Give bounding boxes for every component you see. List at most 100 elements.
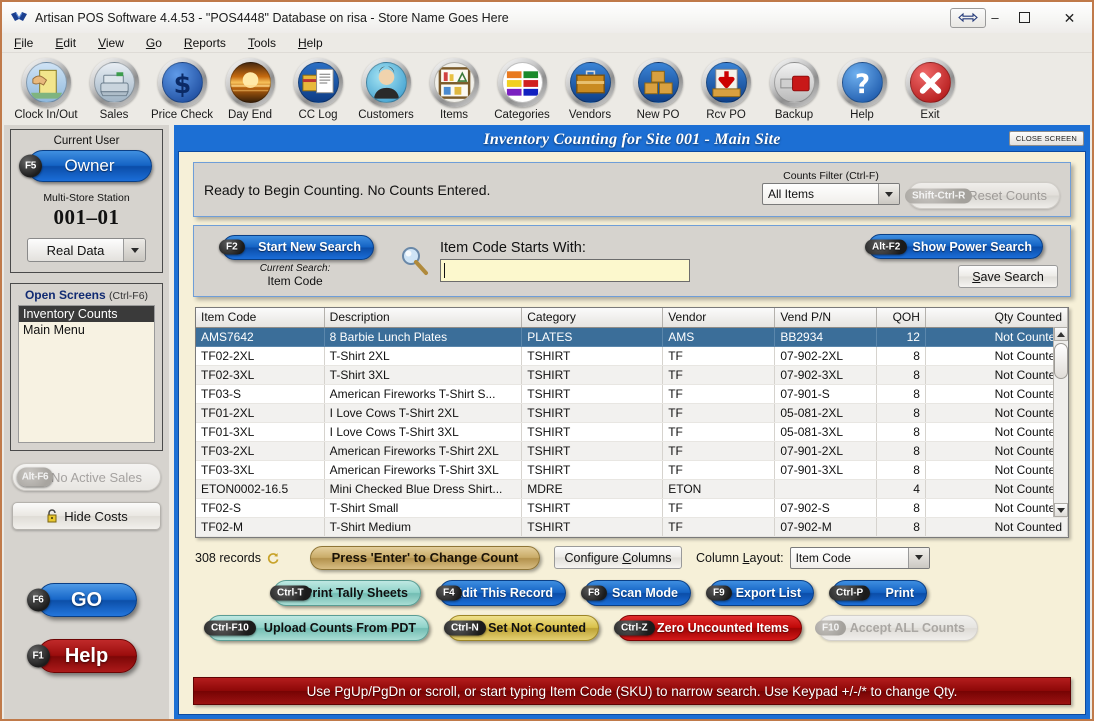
- table-row[interactable]: TF02-3XL T-Shirt 3XL TSHIRT TF 07-902-3X…: [196, 365, 1069, 385]
- scrollbar-thumb[interactable]: [1054, 343, 1068, 379]
- column-layout-label: Column Layout:: [696, 550, 784, 565]
- toolbar-button-sales[interactable]: Sales: [80, 54, 148, 121]
- edit-this-record-button[interactable]: F4 Edit This Record: [436, 579, 566, 606]
- close-screen-button[interactable]: CLOSE SCREEN: [1008, 131, 1084, 146]
- upload-counts-from-pdt-button[interactable]: Ctrl-F10 Upload Counts From PDT: [204, 614, 429, 641]
- toolbar-button-customers[interactable]: Customers: [352, 54, 420, 121]
- column-header-qoh[interactable]: QOH: [876, 308, 926, 328]
- column-header-item-code[interactable]: Item Code: [196, 308, 325, 328]
- cell-vend-pn: BB2934: [774, 327, 877, 347]
- menu-item-edit[interactable]: Edit: [55, 36, 76, 50]
- table-row[interactable]: TF03-3XL American Fireworks T-Shirt 3XL …: [196, 460, 1069, 480]
- magnifier-icon: [398, 244, 432, 278]
- print-tally-sheets-button[interactable]: Ctrl-T Print Tally Sheets: [270, 579, 421, 606]
- menu-item-file[interactable]: File: [14, 36, 33, 50]
- cell-item-code: TF03-2XL: [196, 441, 325, 461]
- toolbar-button-vendors[interactable]: Vendors: [556, 54, 624, 121]
- toolbar-button-cc-log[interactable]: CC Log: [284, 54, 352, 121]
- maximize-button[interactable]: [1002, 2, 1047, 33]
- counts-filter-label: Counts Filter (Ctrl-F): [783, 170, 879, 182]
- menu-item-go[interactable]: Go: [146, 36, 162, 50]
- scan-mode-button[interactable]: F8 Scan Mode: [581, 579, 691, 606]
- show-power-search-button[interactable]: Alt-F2 Show Power Search: [865, 234, 1043, 259]
- export-list-button[interactable]: F9 Export List: [706, 579, 814, 606]
- toolbar-button-rcv-po[interactable]: Rcv PO: [692, 54, 760, 121]
- refresh-icon[interactable]: [266, 551, 280, 565]
- column-header-vendor[interactable]: Vendor: [662, 308, 776, 328]
- shortcut-badge-ctrl-z: Ctrl-Z: [614, 620, 655, 635]
- toolbar-button-items[interactable]: Items: [420, 54, 488, 121]
- chevron-down-icon[interactable]: [907, 547, 929, 568]
- table-row[interactable]: TF01-3XL I Love Cows T-Shirt 3XL TSHIRT …: [196, 422, 1069, 442]
- table-row[interactable]: TF02-S T-Shirt Small TSHIRT TF 07-902-S …: [196, 498, 1069, 518]
- print-button[interactable]: Ctrl-P Print: [829, 579, 927, 606]
- table-row[interactable]: AMS7642 8 Barbie Lunch Plates PLATES AMS…: [196, 327, 1069, 347]
- hide-costs-button[interactable]: Hide Costs: [12, 502, 161, 530]
- toolbar-button-price-check[interactable]: $ Price Check: [148, 54, 216, 121]
- close-button[interactable]: ✕: [1047, 2, 1092, 33]
- toolbar-button-clock-in-out[interactable]: Clock In/Out: [12, 54, 80, 121]
- search-panel: F2 Start New Search Current Search: Item…: [193, 225, 1071, 297]
- column-header-description[interactable]: Description: [324, 308, 523, 328]
- cell-qty-counted: Not Counted: [925, 479, 1069, 499]
- table-row[interactable]: TF03-2XL American Fireworks T-Shirt 2XL …: [196, 441, 1069, 461]
- cell-qoh: 8: [876, 365, 926, 385]
- show-power-search-label: Show Power Search: [912, 239, 1032, 254]
- item-code-input[interactable]: [440, 259, 690, 282]
- press-enter-change-count-button[interactable]: Press 'Enter' to Change Count: [310, 545, 541, 570]
- open-screens-list[interactable]: Inventory Counts Main Menu: [18, 305, 155, 443]
- keyboard-hint-bar: Use PgUp/PgDn or scroll, or start typing…: [193, 677, 1071, 705]
- go-button[interactable]: F6 GO: [26, 583, 137, 617]
- cell-item-code: AMS7642: [196, 327, 325, 347]
- set-not-counted-button[interactable]: Ctrl-N Set Not Counted: [444, 614, 599, 641]
- cell-category: TSHIRT: [521, 403, 664, 423]
- help-button[interactable]: F1 Help: [26, 639, 137, 673]
- cell-category: TSHIRT: [521, 517, 664, 537]
- column-header-vend-pn[interactable]: Vend P/N: [774, 308, 877, 328]
- zero-uncounted-items-button[interactable]: Ctrl-Z Zero Uncounted Items: [614, 614, 802, 641]
- menu-item-reports[interactable]: Reports: [184, 36, 226, 50]
- table-row[interactable]: TF01-2XL I Love Cows T-Shirt 2XL TSHIRT …: [196, 403, 1069, 423]
- chevron-down-icon[interactable]: [878, 184, 899, 204]
- start-new-search-button[interactable]: F2 Start New Search: [219, 234, 374, 260]
- screen-body: Ready to Begin Counting. No Counts Enter…: [178, 151, 1086, 715]
- open-screens-title-text: Open Screens: [24, 288, 106, 302]
- open-screen-item-main-menu[interactable]: Main Menu: [19, 322, 154, 338]
- shortcut-badge-f4: F4: [436, 585, 462, 600]
- grid-vertical-scrollbar[interactable]: [1053, 327, 1068, 517]
- title-bar: Artisan POS Software 4.4.53 - "POS4448" …: [2, 2, 1092, 33]
- minimize-button[interactable]: –: [988, 2, 1002, 33]
- cell-category: TSHIRT: [521, 384, 664, 404]
- menu-item-help[interactable]: Help: [298, 36, 323, 50]
- current-user-button[interactable]: F5 Owner: [19, 150, 152, 182]
- toolbar-label: Day End: [227, 109, 273, 121]
- restore-size-button[interactable]: [950, 7, 986, 28]
- multi-store-station-label: Multi-Store Station: [43, 192, 130, 204]
- table-row[interactable]: TF02-2XL T-Shirt 2XL TSHIRT TF 07-902-2X…: [196, 346, 1069, 366]
- table-row[interactable]: ETON0002-16.5 Mini Checked Blue Dress Sh…: [196, 479, 1069, 499]
- cell-qoh: 8: [876, 460, 926, 480]
- column-layout-select[interactable]: Item Code: [789, 546, 930, 569]
- column-header-qty-counted[interactable]: Qty Counted: [925, 308, 1069, 328]
- toolbar-button-help[interactable]: ? Help: [828, 54, 896, 121]
- toolbar-button-backup[interactable]: Backup: [760, 54, 828, 121]
- cell-qty-counted: Not Counted: [925, 346, 1069, 366]
- counts-filter-select[interactable]: All Items: [762, 183, 900, 205]
- data-mode-select[interactable]: Real Data: [27, 238, 146, 262]
- configure-columns-button[interactable]: Configure Columns: [554, 546, 683, 569]
- open-screen-item-inventory-counts[interactable]: Inventory Counts: [19, 306, 154, 322]
- toolbar-button-new-po[interactable]: New PO: [624, 54, 692, 121]
- scroll-down-button[interactable]: [1054, 503, 1068, 517]
- scroll-up-button[interactable]: [1054, 327, 1068, 341]
- column-header-category[interactable]: Category: [521, 308, 664, 328]
- table-row[interactable]: TF02-M T-Shirt Medium TSHIRT TF 07-902-M…: [196, 517, 1069, 537]
- table-row[interactable]: TF03-S American Fireworks T-Shirt S... T…: [196, 384, 1069, 404]
- menu-item-tools[interactable]: Tools: [248, 36, 276, 50]
- chevron-down-icon[interactable]: [123, 239, 145, 261]
- menu-item-view[interactable]: View: [98, 36, 124, 50]
- save-search-button[interactable]: Save Search: [958, 265, 1058, 288]
- toolbar-button-categories[interactable]: Categories: [488, 54, 556, 121]
- inventory-grid[interactable]: Item Code Description Category Vendor Ve…: [195, 307, 1069, 538]
- toolbar-button-day-end[interactable]: Day End: [216, 54, 284, 121]
- toolbar-button-exit[interactable]: Exit: [896, 54, 964, 121]
